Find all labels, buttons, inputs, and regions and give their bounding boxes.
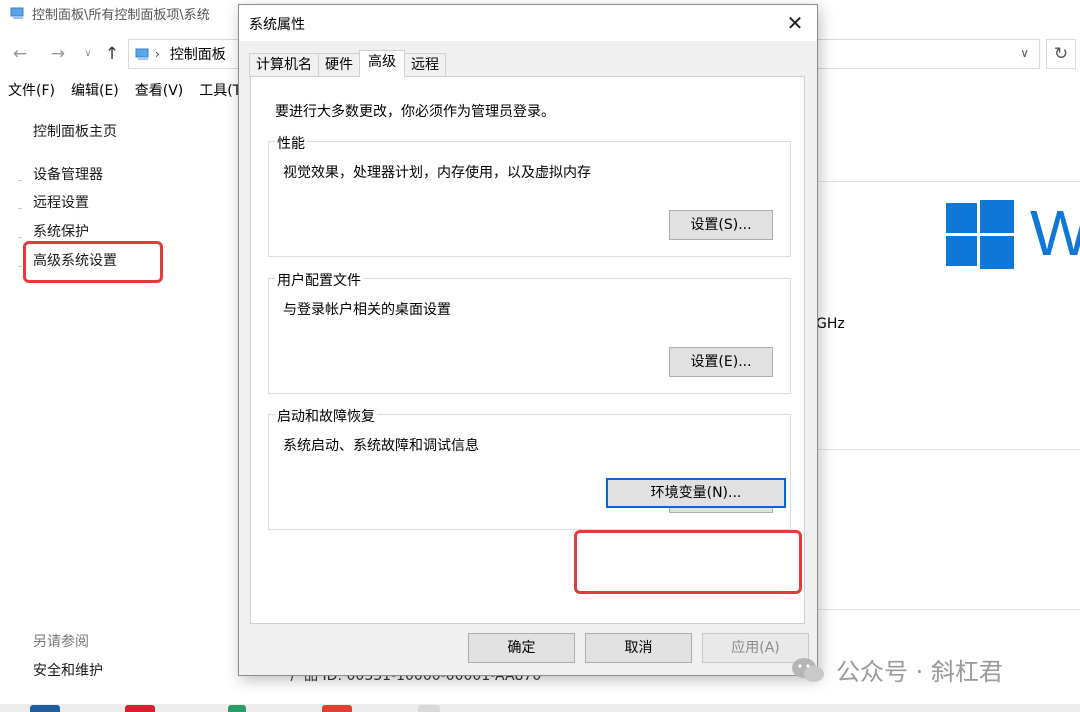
group-description: 视觉效果，处理器计划，内存使用，以及虚拟内存 bbox=[283, 165, 591, 181]
performance-settings-button[interactable]: 设置(S)... bbox=[669, 210, 773, 240]
startup-recovery-group: 启动和故障恢复 系统启动、系统故障和调试信息 设置(T)... bbox=[268, 406, 791, 530]
breadcrumb[interactable]: 控制面板 bbox=[170, 44, 226, 64]
close-icon[interactable]: ✕ bbox=[781, 9, 809, 37]
sidebar-item-remote-settings[interactable]: 远程设置 bbox=[33, 192, 89, 212]
up-arrow-icon[interactable]: ↑ bbox=[100, 42, 124, 66]
group-label: 启动和故障恢复 bbox=[275, 406, 377, 426]
sidebar-item-system-protection[interactable]: 系统保护 bbox=[33, 221, 89, 241]
taskbar-app-icon[interactable] bbox=[228, 705, 246, 712]
user-profiles-group: 用户配置文件 与登录帐户相关的桌面设置 设置(E)... bbox=[268, 270, 791, 394]
recent-chevron-icon[interactable]: ∨ bbox=[76, 42, 100, 66]
taskbar-app-icon[interactable] bbox=[322, 705, 352, 712]
sidebar-bullet bbox=[18, 208, 22, 209]
wechat-icon bbox=[792, 657, 824, 682]
performance-group: 性能 视觉效果，处理器计划，内存使用，以及虚拟内存 设置(S)... bbox=[268, 133, 791, 257]
divider bbox=[817, 181, 1080, 182]
group-description: 系统启动、系统故障和调试信息 bbox=[283, 438, 479, 454]
chevron-right-icon: › bbox=[155, 47, 160, 61]
back-arrow-icon[interactable]: ← bbox=[8, 42, 32, 66]
tab-advanced[interactable]: 高级 bbox=[359, 50, 405, 77]
chevron-down-icon[interactable]: ∨ bbox=[1020, 46, 1029, 60]
window-title-text: 控制面板\所有控制面板项\系统 bbox=[32, 7, 210, 23]
sidebar-bullet bbox=[18, 237, 22, 238]
menu-file[interactable]: 文件(F) bbox=[0, 80, 63, 102]
processor-speed-text: GHz bbox=[816, 316, 845, 332]
tab-remote[interactable]: 远程 bbox=[404, 53, 446, 77]
tab-strip: 计算机名 硬件 高级 远程 bbox=[249, 50, 446, 77]
menu-edit[interactable]: 编辑(E) bbox=[63, 80, 127, 102]
windows-wordmark: W bbox=[1030, 197, 1080, 269]
sidebar-item-device-manager[interactable]: 设备管理器 bbox=[33, 164, 103, 184]
ok-button[interactable]: 确定 bbox=[468, 633, 575, 663]
sidebar-home-link[interactable]: 控制面板主页 bbox=[33, 121, 117, 141]
divider bbox=[817, 609, 1080, 610]
control-panel-icon bbox=[135, 48, 149, 60]
group-description: 与登录帐户相关的桌面设置 bbox=[283, 302, 451, 318]
tab-hardware[interactable]: 硬件 bbox=[318, 53, 360, 77]
watermark: 公众号 · 斜杠君 bbox=[790, 652, 1003, 687]
sidebar-bullet bbox=[18, 266, 22, 267]
menu-bar: 文件(F) 编辑(E) 查看(V) 工具(T) bbox=[0, 80, 255, 102]
windows-logo-icon bbox=[946, 200, 1014, 269]
highlight-box-advanced-settings bbox=[23, 241, 163, 283]
dialog-titlebar[interactable]: 系统属性 ✕ bbox=[239, 5, 817, 41]
group-label: 用户配置文件 bbox=[275, 270, 363, 290]
sidebar-item-security-maintenance[interactable]: 安全和维护 bbox=[33, 660, 103, 680]
see-also-heading: 另请参阅 bbox=[33, 634, 89, 650]
cancel-button[interactable]: 取消 bbox=[585, 633, 692, 663]
taskbar-app-icon[interactable] bbox=[30, 705, 60, 712]
highlight-box-environment-variables bbox=[574, 530, 802, 594]
forward-arrow-icon[interactable]: → bbox=[46, 42, 70, 66]
control-panel-icon bbox=[10, 7, 24, 19]
sidebar-bullet bbox=[18, 180, 22, 181]
taskbar-app-icon[interactable] bbox=[418, 705, 440, 712]
dialog-title: 系统属性 bbox=[249, 17, 305, 33]
tab-computer-name[interactable]: 计算机名 bbox=[249, 53, 319, 77]
taskbar bbox=[0, 704, 1080, 712]
group-label: 性能 bbox=[275, 133, 307, 153]
menu-view[interactable]: 查看(V) bbox=[127, 80, 192, 102]
divider bbox=[817, 449, 1080, 450]
taskbar-app-icon[interactable] bbox=[125, 705, 155, 712]
admin-note: 要进行大多数更改，你必须作为管理员登录。 bbox=[275, 104, 555, 120]
watermark-text: 公众号 · 斜杠君 bbox=[836, 658, 1003, 686]
environment-variables-button[interactable]: 环境变量(N)... bbox=[606, 478, 786, 508]
user-profiles-settings-button[interactable]: 设置(E)... bbox=[669, 347, 773, 377]
refresh-icon[interactable]: ↻ bbox=[1046, 39, 1076, 69]
